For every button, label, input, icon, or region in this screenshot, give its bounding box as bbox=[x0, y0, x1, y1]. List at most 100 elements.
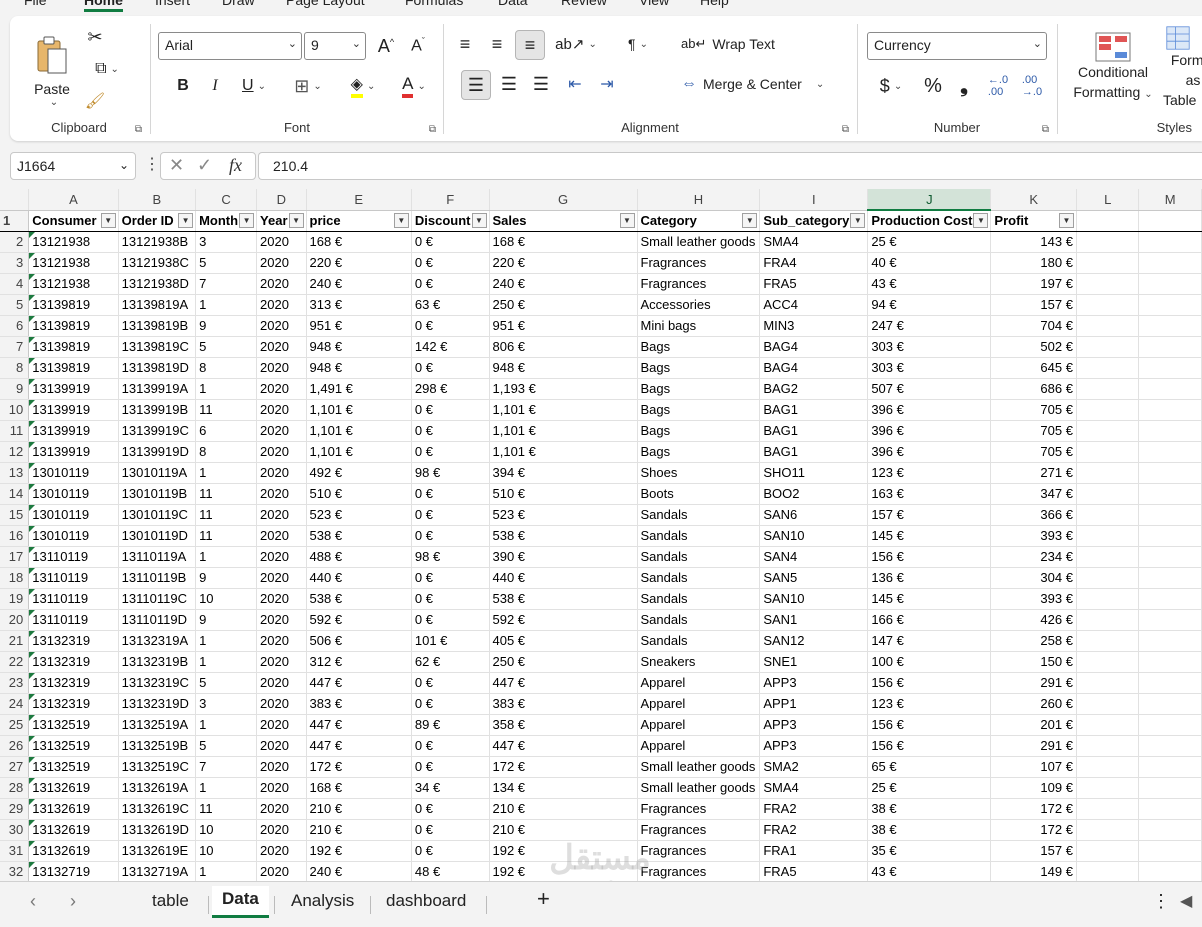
cell[interactable]: 5 bbox=[195, 735, 258, 757]
name-box[interactable]: J1664 ⌄ bbox=[10, 152, 136, 180]
menu-view[interactable]: View bbox=[639, 0, 669, 8]
cell[interactable]: SAN6 bbox=[759, 504, 869, 526]
select-all-corner[interactable] bbox=[0, 189, 30, 211]
cell[interactable]: BAG2 bbox=[759, 378, 869, 400]
cell[interactable]: 951 € bbox=[306, 315, 412, 337]
cell[interactable]: 1,491 € bbox=[306, 378, 412, 400]
cell[interactable]: 313 € bbox=[306, 294, 412, 316]
cell[interactable]: 0 € bbox=[411, 441, 490, 463]
cell[interactable]: 197 € bbox=[990, 273, 1077, 295]
row-header[interactable]: 6 bbox=[0, 315, 30, 337]
cell[interactable]: 192 € bbox=[489, 861, 638, 881]
row-header[interactable]: 14 bbox=[0, 483, 30, 505]
cell[interactable]: 405 € bbox=[489, 630, 638, 652]
cell[interactable]: 109 € bbox=[990, 777, 1077, 799]
cell[interactable]: 592 € bbox=[306, 609, 412, 631]
empty-cell[interactable] bbox=[1076, 273, 1140, 295]
cell[interactable]: 13121938 bbox=[28, 252, 119, 274]
cell[interactable]: Accessories bbox=[637, 294, 761, 316]
cell[interactable]: Shoes bbox=[637, 462, 761, 484]
row-header[interactable]: 18 bbox=[0, 567, 30, 589]
filter-dropdown-icon[interactable]: ▼ bbox=[393, 212, 409, 228]
cell[interactable]: 0 € bbox=[411, 567, 490, 589]
cell[interactable]: 10 bbox=[195, 588, 258, 610]
cell[interactable]: 11 bbox=[195, 483, 258, 505]
filter-dropdown-icon[interactable]: ▼ bbox=[973, 213, 989, 228]
cell[interactable]: 157 € bbox=[990, 840, 1077, 862]
cell[interactable]: 13139819B bbox=[118, 315, 197, 337]
cell[interactable]: 0 € bbox=[411, 525, 490, 547]
cell[interactable]: 447 € bbox=[306, 714, 412, 736]
cell[interactable]: 11 bbox=[195, 399, 258, 421]
column-header-k[interactable]: K bbox=[990, 189, 1077, 211]
cell[interactable]: SMA4 bbox=[759, 231, 869, 253]
empty-cell[interactable] bbox=[1138, 399, 1202, 421]
cell[interactable]: 2020 bbox=[256, 399, 307, 421]
cell[interactable]: Fragrances bbox=[637, 840, 761, 862]
row-header[interactable]: 13 bbox=[0, 462, 30, 484]
cell[interactable]: 210 € bbox=[306, 798, 412, 820]
cell[interactable]: 298 € bbox=[411, 378, 490, 400]
cell[interactable]: 1 bbox=[195, 777, 258, 799]
cell[interactable]: 510 € bbox=[306, 483, 412, 505]
menu-page-layout[interactable]: Page Layout bbox=[286, 0, 365, 8]
cell[interactable]: 3 bbox=[195, 231, 258, 253]
menu-formulas[interactable]: Formulas bbox=[405, 0, 463, 8]
cell[interactable]: 705 € bbox=[990, 441, 1077, 463]
cell[interactable]: 13132619A bbox=[118, 777, 197, 799]
cell[interactable]: 1 bbox=[195, 378, 258, 400]
cell[interactable]: 7 bbox=[195, 756, 258, 778]
align-top-button[interactable]: ≡ bbox=[451, 30, 479, 58]
cell[interactable]: 13121938C bbox=[118, 252, 197, 274]
cell[interactable]: Sandals bbox=[637, 504, 761, 526]
cell[interactable]: 13110119B bbox=[118, 567, 197, 589]
cell[interactable]: 192 € bbox=[306, 840, 412, 862]
cell[interactable]: 13132619D bbox=[118, 819, 197, 841]
empty-cell[interactable] bbox=[1138, 714, 1202, 736]
cell[interactable]: Fragrances bbox=[637, 798, 761, 820]
cell[interactable]: 163 € bbox=[867, 483, 992, 505]
filter-dropdown-icon[interactable]: ▼ bbox=[1058, 212, 1074, 228]
cell[interactable]: 0 € bbox=[411, 798, 490, 820]
cell[interactable]: BOO2 bbox=[759, 483, 869, 505]
cell[interactable]: 948 € bbox=[489, 357, 638, 379]
cell[interactable]: 13010119 bbox=[28, 462, 119, 484]
cell[interactable]: 396 € bbox=[867, 441, 992, 463]
cell[interactable]: 166 € bbox=[867, 609, 992, 631]
cell[interactable]: Sandals bbox=[637, 567, 761, 589]
cell[interactable]: 210 € bbox=[306, 819, 412, 841]
empty-cell[interactable] bbox=[1138, 210, 1202, 232]
cell[interactable]: 0 € bbox=[411, 840, 490, 862]
cell[interactable]: 2020 bbox=[256, 525, 307, 547]
comma-style-button[interactable]: ❟ bbox=[951, 72, 977, 100]
cell[interactable]: SMA4 bbox=[759, 777, 869, 799]
filter-dropdown-icon[interactable]: ▼ bbox=[742, 212, 758, 228]
header-cell[interactable]: Sub_category ▼ bbox=[759, 210, 869, 232]
chevron-left-icon[interactable]: ‹ bbox=[30, 891, 36, 912]
cell[interactable]: 396 € bbox=[867, 420, 992, 442]
cell[interactable]: 705 € bbox=[990, 420, 1077, 442]
empty-cell[interactable] bbox=[1138, 819, 1202, 841]
cell[interactable]: 13132619 bbox=[28, 840, 119, 862]
cell[interactable]: 240 € bbox=[306, 273, 412, 295]
cell[interactable]: 150 € bbox=[990, 651, 1077, 673]
cell[interactable]: 951 € bbox=[489, 315, 638, 337]
number-format-select[interactable]: Currency ⌄ bbox=[867, 32, 1047, 60]
cell[interactable]: 2020 bbox=[256, 651, 307, 673]
cell[interactable]: 63 € bbox=[411, 294, 490, 316]
cell[interactable]: 62 € bbox=[411, 651, 490, 673]
empty-cell[interactable] bbox=[1138, 567, 1202, 589]
cell[interactable]: 0 € bbox=[411, 420, 490, 442]
cell[interactable]: 134 € bbox=[489, 777, 638, 799]
cell[interactable]: APP3 bbox=[759, 672, 869, 694]
cell[interactable]: 13132319 bbox=[28, 672, 119, 694]
cell[interactable]: Sandals bbox=[637, 630, 761, 652]
cell[interactable]: 172 € bbox=[990, 819, 1077, 841]
cell[interactable]: 312 € bbox=[306, 651, 412, 673]
cancel-icon[interactable]: ✕ bbox=[169, 155, 184, 176]
cell[interactable]: 347 € bbox=[990, 483, 1077, 505]
cell[interactable]: 25 € bbox=[867, 231, 992, 253]
menu-draw[interactable]: Draw bbox=[222, 0, 255, 8]
cell[interactable]: 260 € bbox=[990, 693, 1077, 715]
empty-cell[interactable] bbox=[1138, 294, 1202, 316]
